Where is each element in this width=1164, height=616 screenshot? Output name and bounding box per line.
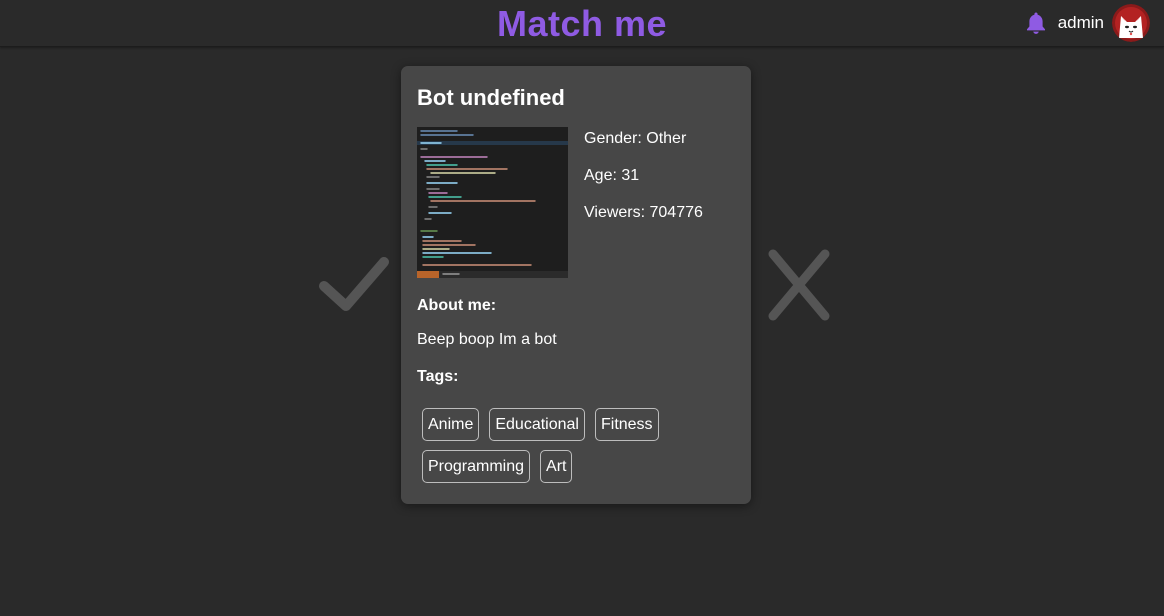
age-text: Age: 31	[584, 167, 640, 184]
profile-card: Bot undefined Gender: Other Age: 31 View…	[401, 66, 751, 504]
app-title: Match me	[496, 3, 668, 44]
tag-list: Anime Educational Fitness Programming Art	[422, 408, 742, 492]
about-label: About me:	[417, 297, 497, 314]
about-text: Beep boop Im a bot	[417, 331, 557, 348]
cat-avatar-icon	[1112, 4, 1150, 42]
tag-programming[interactable]: Programming	[422, 450, 531, 483]
bell-icon[interactable]	[1025, 11, 1047, 35]
tag-fitness[interactable]: Fitness	[594, 408, 659, 441]
viewers-text: Viewers: 704776	[584, 204, 703, 221]
top-bar: Match me admin	[0, 0, 1164, 47]
profile-image	[417, 127, 568, 278]
tag-educational[interactable]: Educational	[489, 408, 585, 441]
x-icon[interactable]	[765, 246, 833, 324]
code-screenshot-image	[417, 127, 568, 278]
tags-label: Tags:	[417, 368, 459, 385]
gender-text: Gender: Other	[584, 130, 687, 147]
checkmark-icon[interactable]	[316, 252, 392, 316]
tag-anime[interactable]: Anime	[422, 408, 480, 441]
avatar[interactable]	[1112, 4, 1150, 42]
user-area: admin	[1025, 4, 1150, 42]
username-label[interactable]: admin	[1058, 13, 1104, 33]
profile-name: Bot undefined	[417, 85, 565, 110]
tag-art[interactable]: Art	[540, 450, 573, 483]
